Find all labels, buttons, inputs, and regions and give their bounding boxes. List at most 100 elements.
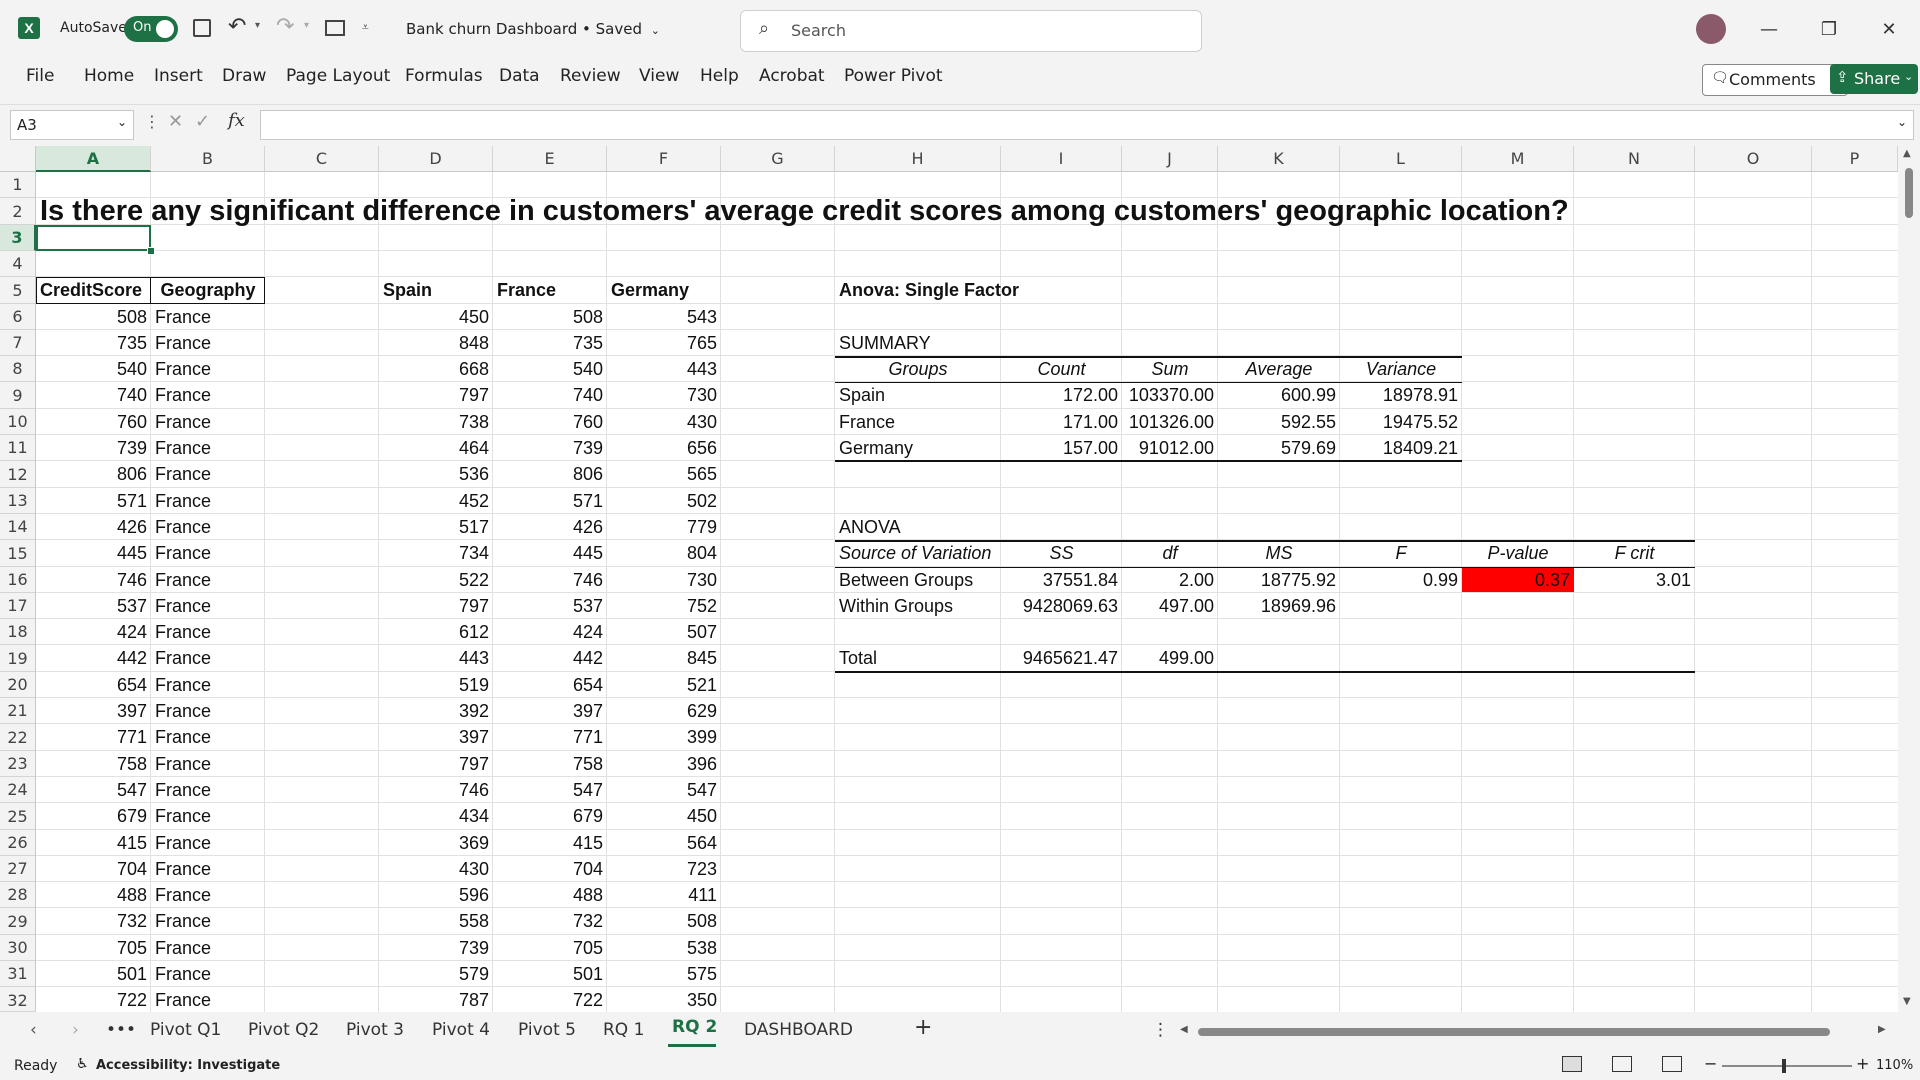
menu-file[interactable]: File xyxy=(26,66,54,86)
column-header-d[interactable]: D xyxy=(379,146,493,172)
tab-options-icon[interactable]: ⋮ xyxy=(1152,1020,1169,1040)
column-header-e[interactable]: E xyxy=(493,146,607,172)
insert-function-icon[interactable]: fx xyxy=(228,110,245,131)
column-header-k[interactable]: K xyxy=(1218,146,1340,172)
selected-cell-a3[interactable] xyxy=(36,225,151,251)
row-header-16[interactable]: 16 xyxy=(0,567,36,593)
row-header-17[interactable]: 17 xyxy=(0,593,36,619)
zoom-slider[interactable] xyxy=(1722,1059,1852,1073)
zoom-out-icon[interactable]: − xyxy=(1704,1054,1717,1073)
tab-prev-icon[interactable]: ‹ xyxy=(30,1020,37,1040)
column-header-h[interactable]: H xyxy=(835,146,1001,172)
redo-icon[interactable]: ↷ xyxy=(276,14,294,39)
autosave-toggle[interactable]: On xyxy=(124,16,178,42)
row-header-11[interactable]: 11 xyxy=(0,435,36,461)
share-button[interactable]: ⇪ Share ⌄ xyxy=(1830,64,1918,94)
zoom-slider-thumb[interactable] xyxy=(1782,1059,1786,1073)
menu-page-layout[interactable]: Page Layout xyxy=(286,66,390,86)
minimize-icon[interactable]: — xyxy=(1746,9,1792,49)
document-title[interactable]: Bank churn Dashboard • Saved ⌄ xyxy=(406,20,660,38)
fill-handle[interactable] xyxy=(147,247,155,255)
menu-insert[interactable]: Insert xyxy=(154,66,203,86)
column-header-o[interactable]: O xyxy=(1695,146,1812,172)
row-header-3[interactable]: 3 xyxy=(0,225,36,251)
menu-review[interactable]: Review xyxy=(560,66,621,86)
column-header-p[interactable]: P xyxy=(1812,146,1898,172)
row-header-30[interactable]: 30 xyxy=(0,935,36,961)
normal-view-icon[interactable] xyxy=(1562,1056,1582,1072)
comments-button[interactable]: 🗨 Comments xyxy=(1702,64,1848,96)
tab-rq-1[interactable]: RQ 1 xyxy=(603,1020,644,1040)
close-icon[interactable]: ✕ xyxy=(1866,9,1912,49)
column-header-f[interactable]: F xyxy=(607,146,721,172)
page-break-view-icon[interactable] xyxy=(1662,1056,1682,1072)
tab-pivot-4[interactable]: Pivot 4 xyxy=(432,1020,490,1040)
formula-input[interactable]: ⌄ xyxy=(260,110,1914,140)
column-header-l[interactable]: L xyxy=(1340,146,1462,172)
row-header-12[interactable]: 12 xyxy=(0,461,36,488)
row-header-19[interactable]: 19 xyxy=(0,645,36,672)
tab-pivot-3[interactable]: Pivot 3 xyxy=(346,1020,404,1040)
column-header-m[interactable]: M xyxy=(1462,146,1574,172)
row-header-20[interactable]: 20 xyxy=(0,672,36,698)
redo-dropdown-icon[interactable]: ▾ xyxy=(304,20,309,31)
select-all-corner[interactable] xyxy=(0,146,36,172)
row-header-5[interactable]: 5 xyxy=(0,277,36,304)
restore-icon[interactable]: ❐ xyxy=(1806,9,1852,49)
menu-power-pivot[interactable]: Power Pivot xyxy=(844,66,943,86)
row-header-6[interactable]: 6 xyxy=(0,304,36,330)
horizontal-scrollbar[interactable]: ◀ ▶ xyxy=(1180,1024,1892,1040)
row-header-8[interactable]: 8 xyxy=(0,356,36,382)
row-header-25[interactable]: 25 xyxy=(0,803,36,830)
row-header-2[interactable]: 2 xyxy=(0,198,36,225)
vertical-scrollbar[interactable]: ▲ ▼ xyxy=(1898,146,1920,1012)
avatar[interactable] xyxy=(1696,14,1726,44)
row-header-24[interactable]: 24 xyxy=(0,777,36,803)
undo-dropdown-icon[interactable]: ▾ xyxy=(255,20,260,31)
menu-home[interactable]: Home xyxy=(84,66,134,86)
column-header-j[interactable]: J xyxy=(1122,146,1218,172)
form-icon[interactable] xyxy=(325,20,345,36)
zoom-in-icon[interactable]: + xyxy=(1856,1054,1869,1073)
tab-dashboard[interactable]: DASHBOARD xyxy=(744,1020,853,1040)
menu-help[interactable]: Help xyxy=(700,66,739,86)
vertical-scroll-thumb[interactable] xyxy=(1905,168,1913,218)
customize-toolbar-icon[interactable]: ⩡ xyxy=(362,20,369,35)
row-header-9[interactable]: 9 xyxy=(0,382,36,409)
cancel-entry-icon[interactable]: ✕ xyxy=(168,111,183,132)
scroll-down-icon[interactable]: ▼ xyxy=(1903,996,1911,1007)
row-header-13[interactable]: 13 xyxy=(0,488,36,514)
row-header-26[interactable]: 26 xyxy=(0,830,36,856)
column-header-n[interactable]: N xyxy=(1574,146,1695,172)
scroll-left-icon[interactable]: ◀ xyxy=(1180,1024,1188,1035)
row-header-28[interactable]: 28 xyxy=(0,882,36,908)
row-header-22[interactable]: 22 xyxy=(0,724,36,751)
more-options-icon[interactable]: ⋮ xyxy=(144,112,160,131)
row-header-4[interactable]: 4 xyxy=(0,251,36,277)
scroll-right-icon[interactable]: ▶ xyxy=(1878,1024,1886,1035)
column-header-c[interactable]: C xyxy=(265,146,379,172)
row-header-29[interactable]: 29 xyxy=(0,908,36,935)
name-box[interactable]: A3 ⌄ xyxy=(10,110,134,140)
column-header-i[interactable]: I xyxy=(1001,146,1122,172)
tab-next-icon[interactable]: › xyxy=(72,1020,79,1040)
menu-acrobat[interactable]: Acrobat xyxy=(759,66,825,86)
tab-pivot-q2[interactable]: Pivot Q2 xyxy=(248,1020,319,1040)
row-header-14[interactable]: 14 xyxy=(0,514,36,540)
page-layout-view-icon[interactable] xyxy=(1612,1056,1632,1072)
column-header-g[interactable]: G xyxy=(721,146,835,172)
tab-rq-2[interactable]: RQ 2 xyxy=(672,1017,717,1037)
add-sheet-icon[interactable]: + xyxy=(914,1015,932,1040)
tab-more-icon[interactable]: ••• xyxy=(106,1020,136,1040)
scroll-up-icon[interactable]: ▲ xyxy=(1903,148,1911,159)
row-header-18[interactable]: 18 xyxy=(0,619,36,645)
column-header-b[interactable]: B xyxy=(151,146,265,172)
row-header-21[interactable]: 21 xyxy=(0,698,36,724)
tab-pivot-q1[interactable]: Pivot Q1 xyxy=(150,1020,221,1040)
menu-data[interactable]: Data xyxy=(499,66,540,86)
row-header-7[interactable]: 7 xyxy=(0,330,36,356)
undo-icon[interactable]: ↶ xyxy=(228,14,246,39)
tab-pivot-5[interactable]: Pivot 5 xyxy=(518,1020,576,1040)
zoom-level[interactable]: 110% xyxy=(1876,1058,1913,1073)
confirm-entry-icon[interactable]: ✓ xyxy=(195,111,210,132)
